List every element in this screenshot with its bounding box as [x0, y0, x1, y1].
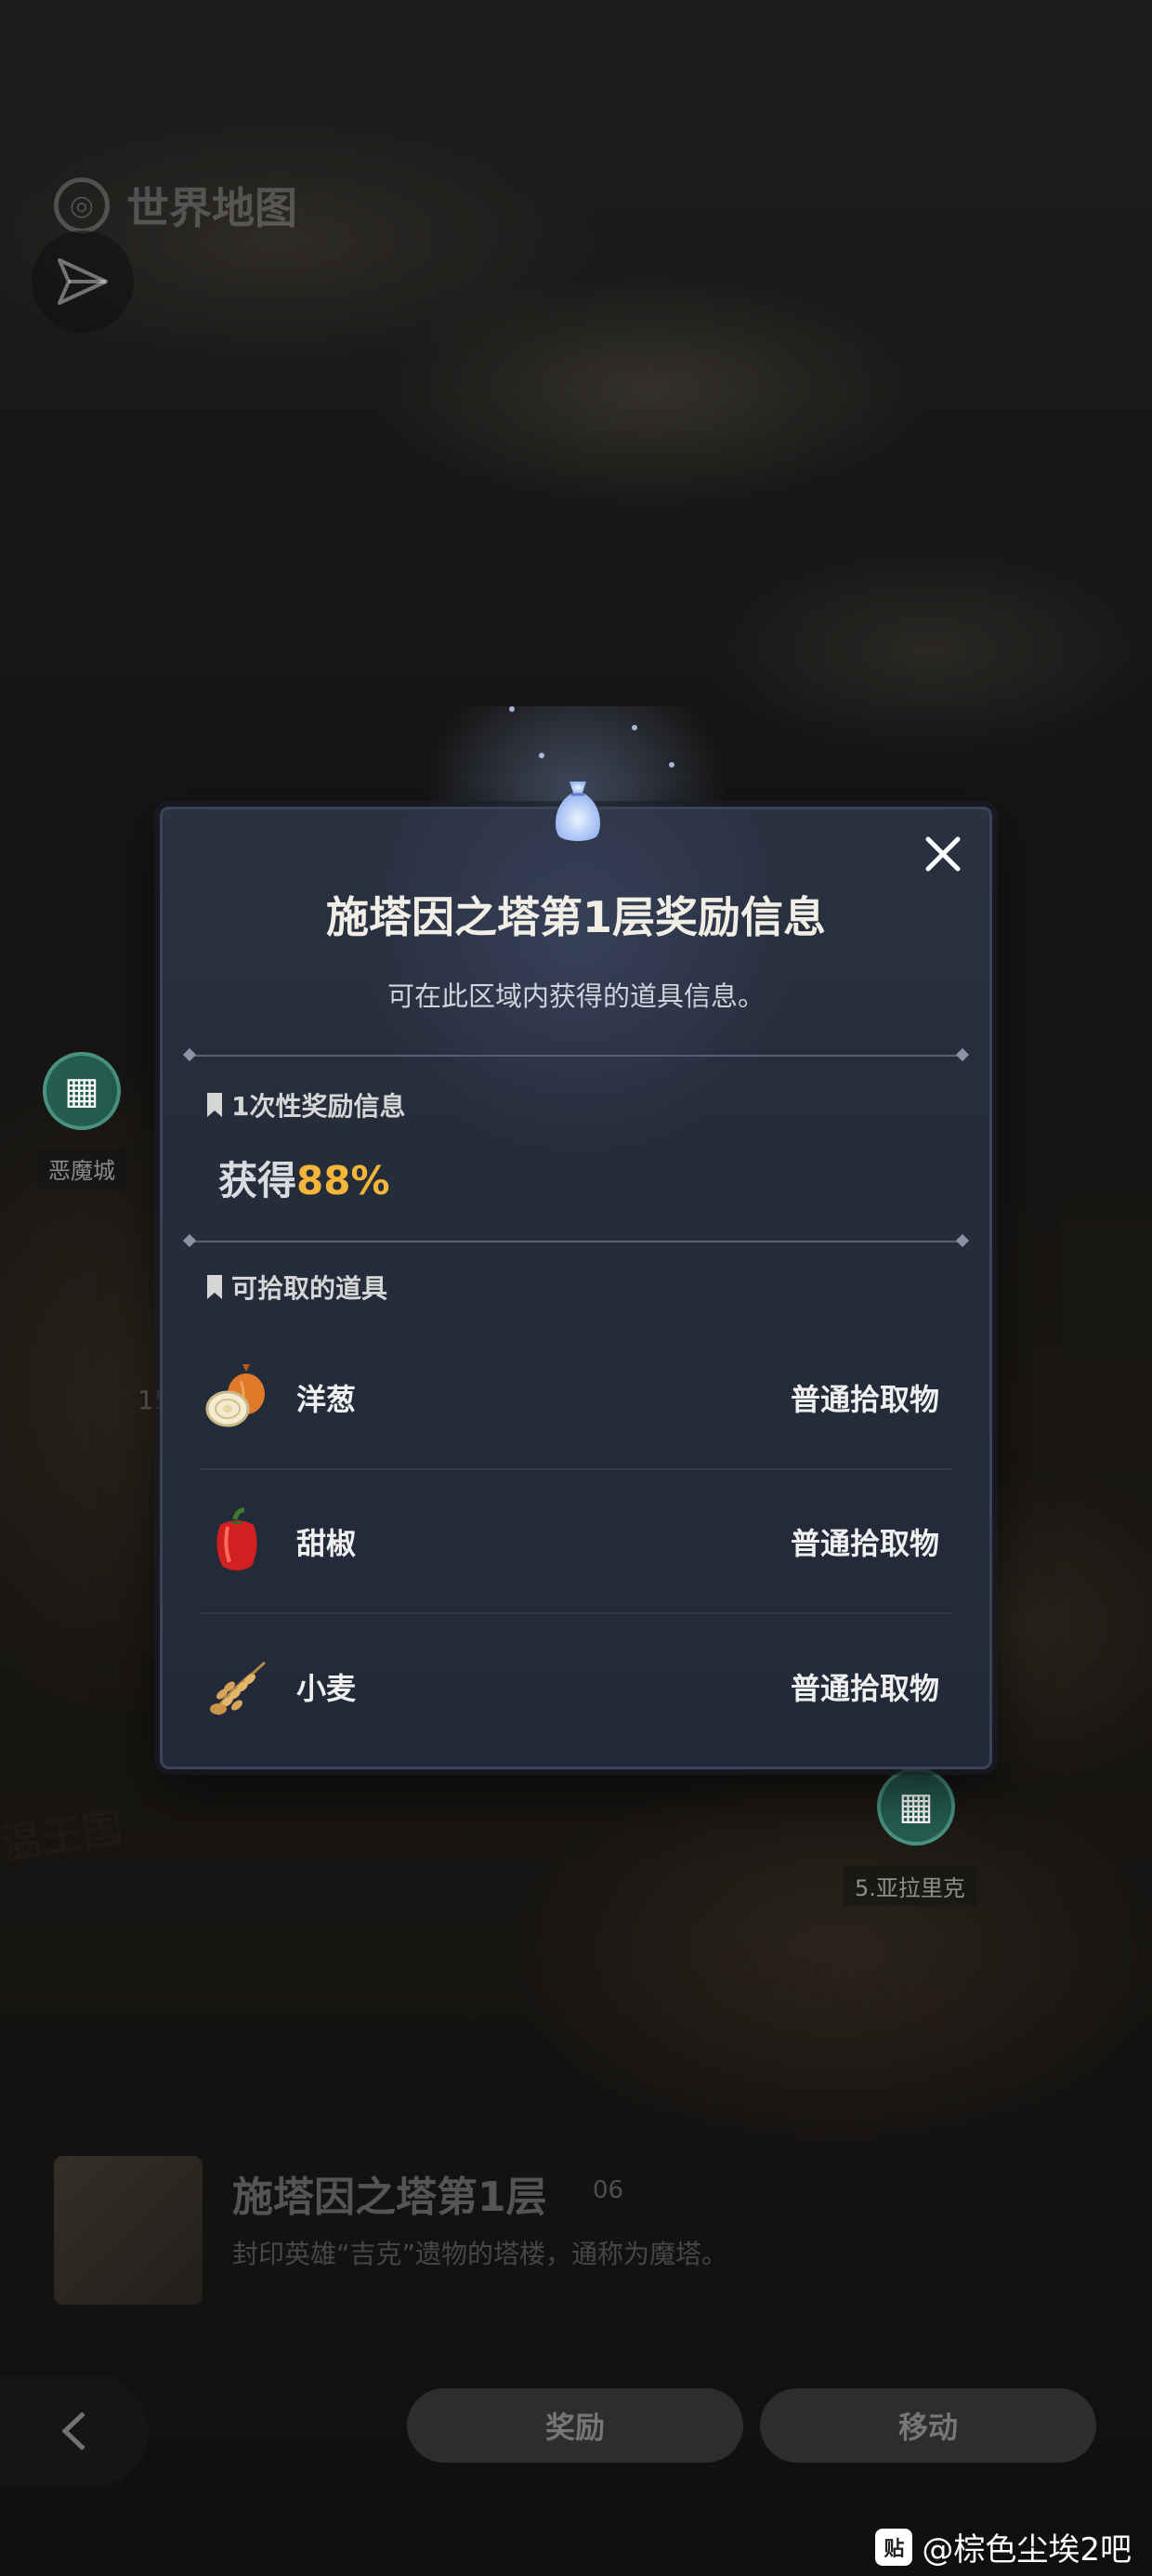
- pickup-items-header: 可拾取的道具: [207, 1268, 387, 1306]
- item-type: 普通拾取物: [790, 1381, 939, 1417]
- divider: [189, 1055, 963, 1057]
- sparkle: [509, 706, 515, 712]
- navigate-button[interactable]: [32, 230, 134, 333]
- bookmark-icon: [207, 1275, 222, 1299]
- move-button[interactable]: 移动: [760, 2388, 1096, 2463]
- dialog-subtitle: 可在此区域内获得的道具信息。: [386, 980, 765, 1012]
- location-info-panel: 施塔因之塔第1层 06 封印英雄“吉克”遗物的塔楼，通称为魔塔。: [54, 2156, 1122, 2305]
- obtain-percent: 88%: [296, 1158, 390, 1203]
- obtain-rate: 获得88%: [218, 1150, 390, 1206]
- watermark: 贴 @棕色尘埃2吧: [875, 2524, 1132, 2569]
- yalalike-marker[interactable]: ▦: [877, 1768, 955, 1846]
- world-map-title: ◎ 世界地图: [54, 175, 297, 236]
- close-icon: [925, 836, 961, 872]
- one-time-reward-label: 1次性奖励信息: [231, 1091, 406, 1122]
- world-map-title-text: 世界地图: [126, 183, 297, 233]
- close-button[interactable]: [917, 828, 969, 880]
- dialog-title: 施塔因之塔第1层奖励信息: [325, 892, 826, 942]
- location-number: 06: [593, 2176, 624, 2204]
- location-name: 施塔因之塔第1层: [232, 2174, 547, 2221]
- sparkle: [632, 725, 637, 730]
- item-name: 甜椒: [296, 1525, 357, 1561]
- item-type: 普通拾取物: [790, 1525, 939, 1561]
- item-name: 小麦: [296, 1670, 357, 1706]
- back-button[interactable]: [0, 2375, 149, 2487]
- bookmark-icon: [207, 1093, 222, 1117]
- reward-button[interactable]: 奖励: [407, 2388, 743, 2463]
- building-icon: ▦: [898, 1785, 934, 1828]
- list-item[interactable]: 洋葱 普通拾取物: [200, 1326, 952, 1470]
- onion-icon: [200, 1360, 274, 1435]
- globe-icon: ◎: [54, 177, 110, 233]
- obtain-label: 获得: [218, 1158, 297, 1203]
- list-item[interactable]: 小麦 普通拾取物: [200, 1614, 952, 1758]
- list-item[interactable]: 甜椒 普通拾取物: [200, 1470, 952, 1614]
- location-description: 封印英雄“吉克”遗物的塔楼，通称为魔塔。: [232, 2239, 728, 2269]
- reward-info-dialog: 施塔因之塔第1层奖励信息 可在此区域内获得的道具信息。 1次性奖励信息 获得88…: [160, 782, 992, 1769]
- wheat-icon: [200, 1649, 274, 1724]
- tieba-logo-icon: 贴: [875, 2528, 913, 2566]
- reward-bag-icon: [556, 782, 600, 841]
- sparkle: [669, 762, 674, 768]
- demon-city-marker[interactable]: ▦: [43, 1052, 121, 1130]
- item-name: 洋葱: [296, 1381, 357, 1417]
- bell-pepper-icon: [200, 1505, 274, 1579]
- item-type: 普通拾取物: [790, 1670, 939, 1706]
- chevron-left-icon: [61, 2412, 85, 2451]
- sparkle: [539, 753, 544, 758]
- location-thumbnail: [54, 2156, 203, 2305]
- divider: [189, 1241, 963, 1242]
- one-time-reward-header: 1次性奖励信息: [207, 1086, 405, 1124]
- watermark-text: @棕色尘埃2吧: [922, 2531, 1132, 2569]
- navigate-arrow-icon: [58, 258, 108, 305]
- demon-city-label: 恶魔城: [37, 1149, 126, 1189]
- pickup-items-label: 可拾取的道具: [231, 1273, 388, 1304]
- building-icon: ▦: [64, 1070, 99, 1112]
- yalalike-label: 5.亚拉里克: [844, 1866, 976, 1906]
